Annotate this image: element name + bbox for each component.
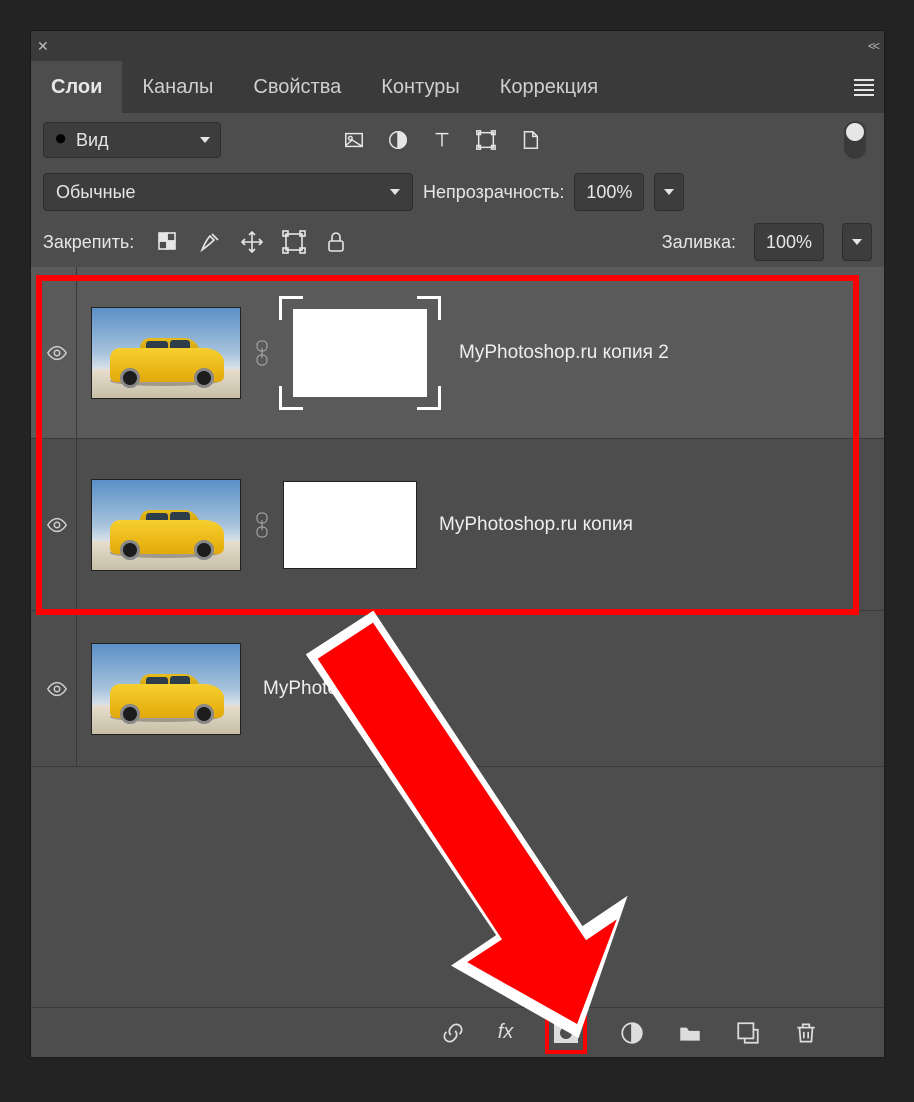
lock-row: Закрепить: Заливка: 100%: [31, 217, 884, 267]
close-icon[interactable]: ✕: [37, 38, 49, 55]
layer-thumbnail[interactable]: [91, 479, 241, 571]
visibility-toggle[interactable]: [37, 611, 77, 766]
mask-link-icon[interactable]: [253, 340, 271, 366]
add-layer-mask-button[interactable]: [545, 1012, 587, 1054]
search-icon: [54, 132, 70, 148]
panel-titlebar: ✕ <<: [31, 31, 884, 61]
layer-row[interactable]: MyPhotoshop.ru: [31, 611, 884, 767]
layer-style-icon[interactable]: fx: [498, 1021, 514, 1044]
panel-menu-icon[interactable]: [852, 75, 876, 99]
layer-row[interactable]: MyPhotoshop.ru копия: [31, 439, 884, 611]
layer-thumbnail[interactable]: [91, 307, 241, 399]
layer-name[interactable]: MyPhotoshop.ru копия: [439, 514, 633, 536]
filter-adjustment-icon[interactable]: [387, 129, 409, 151]
eye-icon: [46, 514, 68, 536]
lock-all-icon[interactable]: [324, 230, 348, 254]
panel-tabs: Слои Каналы Свойства Контуры Коррекция: [31, 61, 884, 113]
tab-properties[interactable]: Свойства: [233, 61, 361, 113]
new-layer-icon[interactable]: [735, 1020, 761, 1046]
tab-channels[interactable]: Каналы: [122, 61, 233, 113]
visibility-toggle[interactable]: [37, 267, 77, 438]
eye-icon: [46, 678, 68, 700]
blend-mode-select[interactable]: Обычные: [43, 173, 413, 211]
layer-thumbnail[interactable]: [91, 643, 241, 735]
blend-row: Обычные Непрозрачность: 100%: [31, 167, 884, 217]
lock-position-icon[interactable]: [240, 230, 264, 254]
lock-label: Закрепить:: [43, 232, 134, 253]
fill-label: Заливка:: [662, 232, 736, 253]
filter-type-select[interactable]: Вид: [43, 122, 221, 158]
layer-name[interactable]: MyPhotoshop.ru копия 2: [459, 342, 669, 364]
layer-name[interactable]: MyPhotoshop.ru: [263, 678, 401, 700]
collapse-icon[interactable]: <<: [868, 39, 878, 53]
tab-adjustments[interactable]: Коррекция: [480, 61, 618, 113]
layers-bottom-toolbar: fx: [31, 1007, 884, 1057]
tab-paths[interactable]: Контуры: [361, 61, 479, 113]
lock-artboard-icon[interactable]: [282, 230, 306, 254]
chevron-down-icon: [390, 189, 400, 195]
lock-pixels-icon[interactable]: [198, 230, 222, 254]
chevron-down-icon: [200, 137, 210, 143]
layers-panel: ✕ << Слои Каналы Свойства Контуры Коррек…: [30, 30, 885, 1058]
tab-layers[interactable]: Слои: [31, 61, 122, 113]
layer-row[interactable]: MyPhotoshop.ru копия 2: [31, 267, 884, 439]
lock-transparency-icon[interactable]: [156, 230, 180, 254]
eye-icon: [46, 342, 68, 364]
layers-list: MyPhotoshop.ru копия 2 MyPhotoshop.ru ко…: [31, 267, 884, 1007]
filter-type-label: Вид: [76, 130, 109, 151]
filter-pixel-icon[interactable]: [343, 129, 365, 151]
fill-input[interactable]: 100%: [754, 223, 824, 261]
opacity-label: Непрозрачность:: [423, 182, 564, 203]
link-layers-icon[interactable]: [440, 1020, 466, 1046]
layer-mask-thumbnail[interactable]: [283, 300, 437, 406]
filter-type-icon[interactable]: [431, 129, 453, 151]
fill-stepper[interactable]: [842, 223, 872, 261]
new-group-icon[interactable]: [677, 1020, 703, 1046]
delete-layer-icon[interactable]: [793, 1020, 819, 1046]
mask-link-icon[interactable]: [253, 512, 271, 538]
filter-shape-icon[interactable]: [475, 129, 497, 151]
opacity-stepper[interactable]: [654, 173, 684, 211]
layer-mask-thumbnail[interactable]: [283, 481, 417, 569]
new-adjustment-layer-icon[interactable]: [619, 1020, 645, 1046]
filter-toggle[interactable]: [844, 121, 866, 159]
visibility-toggle[interactable]: [37, 439, 77, 610]
blend-mode-label: Обычные: [56, 182, 136, 203]
opacity-input[interactable]: 100%: [574, 173, 644, 211]
filter-toolbar: Вид: [31, 113, 884, 167]
filter-smartobject-icon[interactable]: [519, 129, 541, 151]
